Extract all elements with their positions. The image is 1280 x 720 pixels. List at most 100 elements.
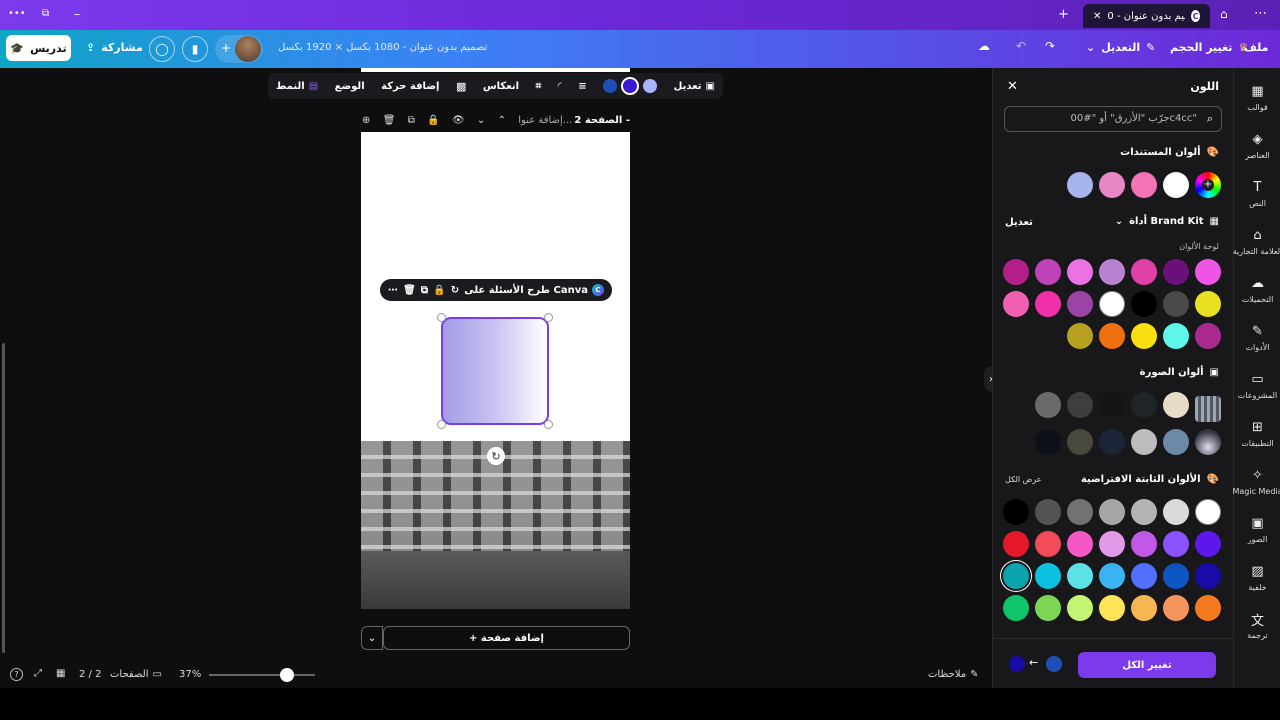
brand-color-swatch[interactable] [1035, 259, 1061, 285]
crop-icon[interactable]: ⌗ [536, 81, 542, 92]
brand-color-swatch[interactable] [1195, 291, 1221, 317]
image-thumbnail-2[interactable] [1195, 429, 1221, 455]
add-page-button[interactable]: + إضافة صفحة [383, 626, 630, 650]
comments-icon[interactable]: ◯ [149, 36, 175, 62]
default-color-swatch[interactable] [1099, 595, 1125, 621]
default-color-swatch[interactable] [1195, 595, 1221, 621]
undo-icon[interactable]: ↶ [1016, 39, 1026, 53]
resize-button[interactable]: تغيير الحجم ♛ [1170, 41, 1248, 54]
rail-item[interactable]: ▣ الصور [1234, 514, 1280, 545]
document-title[interactable]: تصميم بدون عنوان - 1080 بكسل × 1920 بكسل [278, 42, 487, 53]
ask-canva-button[interactable]: طرح الأسئلة على Canva C [464, 284, 604, 296]
image-color-swatch[interactable] [1067, 392, 1093, 418]
window-minimize-icon[interactable]: – [74, 7, 80, 21]
image-thumbnail-1[interactable] [1195, 396, 1221, 422]
delete-icon[interactable]: 🗑 [403, 285, 416, 296]
default-color-swatch[interactable] [1003, 563, 1029, 589]
color-swatch-2[interactable] [621, 77, 640, 95]
design-page[interactable]: ↻ [361, 132, 630, 609]
default-color-swatch[interactable] [1035, 595, 1061, 621]
cloud-saved-icon[interactable]: ☁ [978, 39, 990, 53]
default-color-swatch[interactable] [1067, 531, 1093, 557]
color-swatch-3[interactable] [603, 79, 618, 93]
brand-color-swatch[interactable] [1035, 291, 1061, 317]
brand-color-swatch[interactable] [1099, 323, 1125, 349]
zoom-slider-track[interactable] [209, 674, 315, 676]
more-options-icon[interactable]: ⋯ [388, 285, 398, 296]
default-color-swatch[interactable] [1131, 499, 1157, 525]
image-color-swatch[interactable] [1035, 392, 1061, 418]
default-color-swatch[interactable] [1131, 595, 1157, 621]
add-page-dropdown[interactable]: ⌄ [361, 626, 383, 650]
default-color-swatch[interactable] [1163, 595, 1189, 621]
image-color-swatch[interactable] [1035, 429, 1061, 455]
vertical-scrollbar[interactable] [2, 343, 5, 653]
document-color-swatch[interactable] [1099, 172, 1125, 198]
brand-kit-edit-link[interactable]: تعديل [1005, 217, 1033, 228]
see-all-link[interactable]: عرض الكل [1005, 475, 1042, 484]
default-color-swatch[interactable] [1099, 531, 1125, 557]
brand-color-swatch[interactable] [1067, 259, 1093, 285]
replace-icon[interactable]: ↻ [451, 285, 459, 296]
image-color-swatch[interactable] [1163, 392, 1189, 418]
default-color-swatch[interactable] [1067, 595, 1093, 621]
default-color-swatch[interactable] [1163, 563, 1189, 589]
default-color-swatch[interactable] [1099, 499, 1125, 525]
default-color-swatch[interactable] [1131, 563, 1157, 589]
default-color-swatch[interactable] [1195, 563, 1221, 589]
default-color-swatch[interactable] [1003, 499, 1029, 525]
animate-button[interactable]: إضافة حركة [381, 81, 439, 92]
brand-kit-header[interactable]: ⌄ أداة Brand Kit ▦ [1115, 216, 1219, 227]
fullscreen-icon[interactable]: ⤢ [34, 668, 42, 679]
brand-color-swatch[interactable] [1003, 291, 1029, 317]
notes-button[interactable]: ملاحظات ✎ [928, 669, 979, 680]
default-color-swatch[interactable] [1099, 563, 1125, 589]
default-color-swatch[interactable] [1131, 531, 1157, 557]
duplicate-page-icon[interactable]: ⧉ [408, 115, 415, 126]
window-restore-icon[interactable]: ⧉ [42, 8, 49, 19]
image-color-swatch[interactable] [1099, 392, 1125, 418]
resize-handle[interactable] [544, 313, 553, 322]
brand-color-swatch[interactable] [1067, 291, 1093, 317]
transparency-icon[interactable]: ▩ [456, 80, 466, 93]
default-color-swatch[interactable] [1035, 499, 1061, 525]
pages-button[interactable]: الصفحات ▭ [110, 669, 162, 680]
duplicate-icon[interactable]: ⧉ [421, 285, 428, 296]
avatar[interactable] [235, 36, 261, 62]
brand-color-swatch[interactable] [1163, 291, 1189, 317]
edit-image-button[interactable]: تعديل ▣ [674, 81, 715, 92]
corner-rounding-icon[interactable]: ◜ [558, 81, 562, 92]
teach-button[interactable]: 🎓 تدريس [6, 35, 71, 61]
flip-button[interactable]: انعكاس [483, 81, 519, 92]
brand-color-swatch[interactable] [1163, 323, 1189, 349]
add-collaborator-icon[interactable]: + [221, 41, 231, 55]
chevron-down-icon[interactable]: ⌄ [477, 115, 485, 126]
rail-item[interactable]: ▭ المشروعات [1234, 370, 1280, 401]
share-button[interactable]: ⇪ مشاركة [86, 41, 143, 54]
brand-color-swatch[interactable] [1131, 323, 1157, 349]
zoom-slider-thumb[interactable] [280, 668, 294, 682]
page-title-placeholder[interactable]: إضافة عنوا... [518, 115, 572, 126]
image-color-swatch[interactable] [1099, 429, 1125, 455]
rail-item[interactable]: ◈ العناصر [1234, 130, 1280, 161]
building-photo[interactable]: ↻ [361, 441, 630, 609]
brand-color-swatch[interactable] [1195, 323, 1221, 349]
browser-menu-icon[interactable]: ⋯ [1254, 6, 1267, 21]
brand-color-swatch[interactable] [1099, 259, 1125, 285]
rail-item[interactable]: ▨ خلفية [1234, 562, 1280, 593]
default-color-swatch[interactable] [1003, 531, 1029, 557]
resize-handle[interactable] [544, 420, 553, 429]
chevron-up-icon[interactable]: ⌃ [498, 115, 506, 126]
brand-color-swatch[interactable] [1131, 291, 1157, 317]
default-color-swatch[interactable] [1195, 531, 1221, 557]
position-button[interactable]: الوضع [335, 81, 365, 92]
help-icon[interactable]: ? [10, 668, 23, 681]
zoom-level[interactable]: 37% [179, 669, 201, 680]
close-panel-icon[interactable]: ✕ [1007, 79, 1018, 94]
rail-item[interactable]: ⌂ العلامة التجارية [1233, 226, 1280, 257]
add-color-icon[interactable]: + [1195, 172, 1221, 198]
image-color-swatch[interactable] [1163, 429, 1189, 455]
rail-item[interactable]: ▦ قوالب [1234, 82, 1280, 113]
close-tab-icon[interactable]: ✕ [1093, 11, 1101, 22]
rail-item[interactable]: 文 ترجمة [1234, 610, 1280, 641]
